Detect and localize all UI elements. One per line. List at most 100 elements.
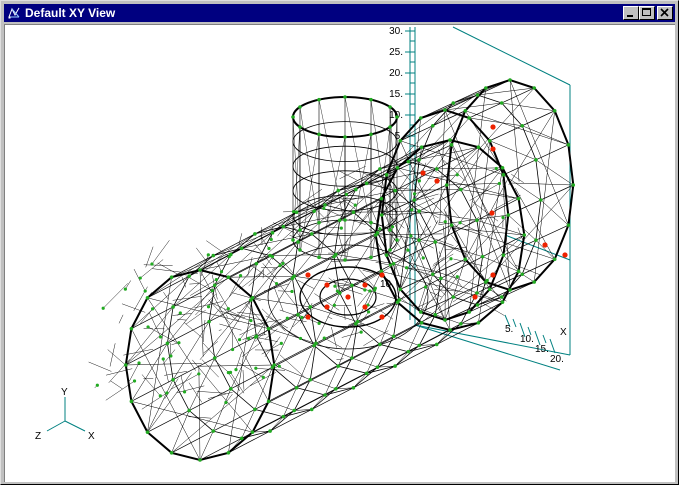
mesh-edge	[241, 315, 265, 321]
mesh-node	[267, 246, 271, 251]
mesh-edge	[167, 321, 210, 344]
mesh-node	[253, 335, 258, 339]
mesh-edge	[152, 268, 181, 273]
mesh-node	[344, 192, 348, 196]
mesh-node	[234, 368, 238, 372]
mesh-edge	[176, 385, 205, 394]
wireframe-mesh	[88, 78, 575, 462]
mesh-node	[123, 287, 127, 291]
mesh-node	[226, 275, 231, 280]
mesh-node	[224, 400, 228, 405]
mesh-edge	[394, 351, 409, 367]
mesh-node	[165, 391, 169, 395]
mesh-node	[499, 295, 504, 299]
mesh-node	[571, 183, 576, 187]
mesh-node	[312, 209, 316, 213]
mesh-edge	[213, 226, 284, 256]
mesh-viewport[interactable]: 30.25.20.15.10.5. 5.10.15.20. X 10. Y X …	[5, 25, 675, 482]
mesh-edge	[241, 341, 262, 357]
mesh-node	[238, 274, 243, 278]
mesh-node	[187, 408, 191, 413]
mesh-node	[279, 341, 283, 345]
close-button[interactable]	[657, 6, 673, 20]
mesh-node	[354, 322, 358, 326]
mesh-node	[384, 173, 389, 177]
mesh-node	[158, 394, 162, 398]
mesh-edge	[341, 331, 362, 338]
mesh-node	[463, 108, 468, 113]
mesh-node	[372, 288, 377, 292]
mesh-node	[239, 436, 244, 441]
viewport-area[interactable]: 30.25.20.15.10.5. 5.10.15.20. X 10. Y X …	[4, 24, 675, 482]
mesh-node	[291, 115, 295, 119]
selected-node	[434, 178, 440, 184]
mesh-edge	[514, 187, 555, 260]
mesh-edge	[274, 343, 317, 366]
mesh-edge	[118, 314, 124, 324]
mesh-edge	[379, 322, 422, 345]
mesh-node	[250, 430, 255, 434]
mesh-node	[520, 272, 525, 277]
triad-x-label: X	[88, 431, 95, 442]
mesh-node	[463, 257, 468, 262]
mesh-node	[395, 166, 400, 170]
mesh-node	[322, 206, 326, 211]
mesh-node	[475, 218, 479, 223]
mesh-node	[444, 183, 449, 187]
mesh-edge	[214, 336, 257, 359]
title-bar[interactable]: Default XY View	[4, 4, 675, 22]
mesh-node	[292, 408, 296, 413]
mesh-node	[249, 318, 253, 323]
mesh-node	[129, 326, 134, 331]
mesh-edge	[296, 183, 367, 213]
mesh-node	[449, 143, 454, 147]
mesh-edge	[231, 292, 261, 301]
mesh-node	[343, 135, 347, 139]
mesh-edge	[269, 233, 312, 256]
mesh-edge	[147, 410, 190, 433]
mesh-node	[322, 336, 326, 340]
z-tick-label: 10.	[520, 334, 534, 345]
mesh-node	[336, 188, 341, 193]
mesh-edge	[311, 394, 326, 410]
mesh-node	[214, 277, 218, 282]
mesh-node	[290, 276, 295, 281]
mesh-node	[364, 371, 369, 376]
z-tick-label: 5.	[505, 324, 513, 335]
mesh-edge	[338, 344, 381, 367]
mesh-node	[123, 363, 128, 367]
minimize-button[interactable]	[623, 6, 639, 20]
selected-node	[489, 210, 495, 216]
mesh-node	[398, 287, 403, 292]
mesh-edge	[185, 275, 213, 291]
maximize-button[interactable]	[639, 6, 655, 20]
mesh-node	[343, 218, 347, 222]
mesh-edge	[147, 326, 177, 343]
z-tick-label: 20.	[550, 354, 564, 365]
selected-node	[324, 282, 330, 288]
mesh-edge	[248, 272, 263, 287]
mesh-node	[323, 203, 327, 207]
mesh-node	[171, 305, 175, 309]
mesh-view-icon[interactable]	[7, 6, 21, 20]
mesh-edge	[535, 144, 569, 161]
mesh-edge	[133, 268, 146, 292]
mesh-node	[212, 356, 217, 360]
mesh-node	[406, 248, 410, 252]
mesh-node	[455, 275, 459, 279]
mesh-edge	[476, 198, 519, 221]
selected-node	[490, 124, 496, 130]
mesh-node	[476, 145, 481, 150]
mesh-node	[169, 275, 174, 280]
mesh-node	[281, 261, 285, 266]
mesh-node	[212, 283, 217, 288]
mesh-node	[254, 366, 258, 370]
mesh-node	[412, 192, 417, 196]
mesh-edge	[287, 317, 307, 323]
mesh-edge	[210, 302, 241, 317]
mesh-node	[393, 364, 397, 368]
x-axis-label: X	[560, 327, 567, 338]
mesh-node	[198, 458, 202, 462]
mesh-node	[500, 166, 505, 170]
selected-node	[562, 252, 568, 258]
